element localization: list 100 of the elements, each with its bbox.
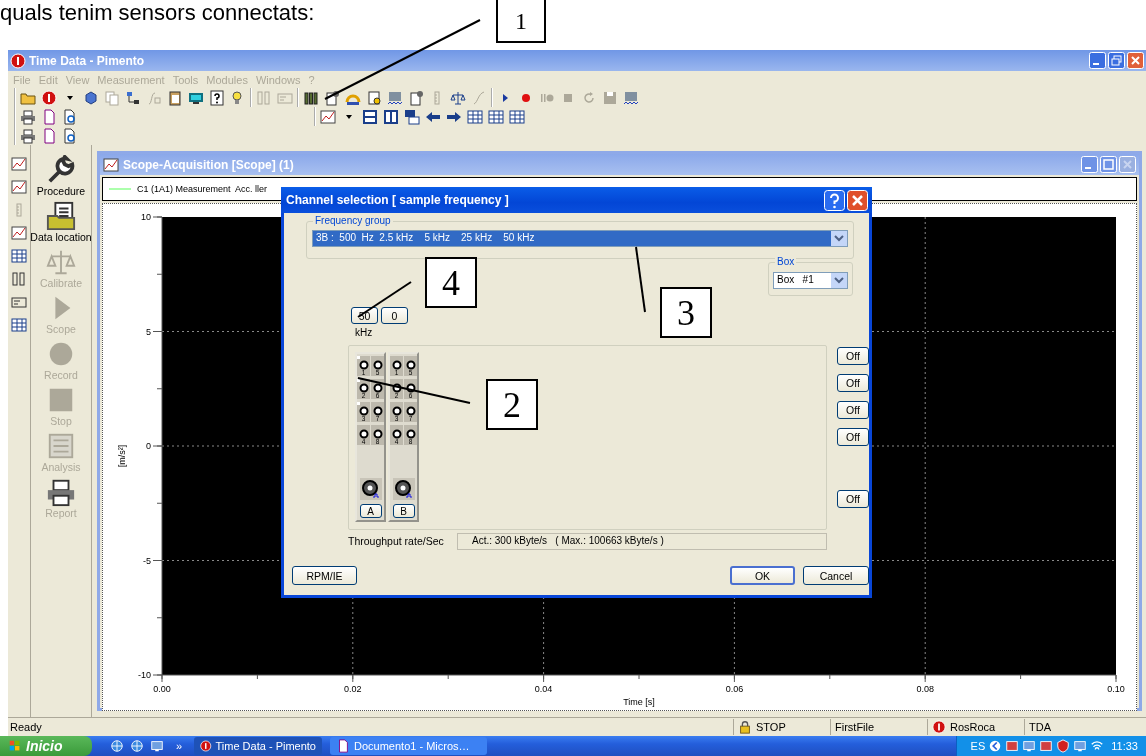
shield-icon[interactable] [1056,739,1071,753]
preview-icon[interactable] [62,127,78,144]
throughput-label: Throughput rate/Sec [348,535,445,547]
window-title: Time Data - Pimento [29,53,145,68]
callout-label: 3 [660,287,712,338]
module-button[interactable]: A [359,504,382,518]
leader-line [357,281,412,318]
cube-icon[interactable] [83,89,99,106]
restore-button[interactable] [1108,52,1125,69]
status-text: TDA [1029,721,1051,733]
preview-icon[interactable] [62,108,78,125]
throughput-readout: Act.: 300 kByte/s ( Max.: 100663 kByte/s ) [457,532,827,550]
tick-label: -5 [143,555,151,566]
page-icon[interactable] [41,127,57,144]
lock-icon [738,720,752,734]
tick-label: 10 [141,212,151,222]
chart-icon[interactable] [320,108,336,125]
printer-icon[interactable] [20,108,36,125]
dialog-button[interactable]: Cancel [803,566,869,585]
rate-button[interactable]: 50 [351,307,378,324]
callout-label: 2 [486,379,538,430]
tick-label: 0.02 [344,684,362,694]
tick-label: 0 [146,441,151,451]
bars-icon[interactable] [303,89,319,106]
flag-icon [8,739,22,753]
globe-icon[interactable] [110,739,124,753]
logo-icon [200,739,212,753]
off-button[interactable]: Off [837,347,869,365]
logo-icon[interactable] [41,89,57,106]
group-label: Box [775,256,797,267]
minimize-button[interactable] [1081,156,1098,173]
document-icon[interactable] [324,89,340,106]
chart-icon [103,156,119,173]
table-icon[interactable] [509,108,525,125]
dialog-title: Channel selection [ sample frequency ] [286,193,509,207]
axis-title: [m/s²] [117,444,127,468]
tree-icon[interactable] [125,89,141,106]
document-text: quals tenim sensors connectats: [0,0,315,26]
split-icon[interactable] [362,108,378,125]
off-button[interactable]: Off [837,401,869,419]
folder-icon [46,201,76,231]
module-button[interactable]: B [392,504,415,518]
clipboard-icon[interactable] [167,89,183,106]
chart-icon[interactable] [11,179,27,195]
tick-label: 0.00 [153,684,171,694]
connector-icon [359,478,382,500]
document-icon[interactable] [366,89,382,106]
printer-icon[interactable] [20,127,36,144]
axis-title: Time [s] [623,697,655,707]
off-button[interactable]: Off [837,428,869,446]
sidebar-item[interactable]: Procedure [36,155,86,201]
columns-icon[interactable] [11,271,27,287]
tick-label: 0.08 [916,684,934,694]
rate-button[interactable]: 0 [381,307,408,324]
wrench-icon [46,155,76,185]
status-text: Ready [9,721,43,733]
tick-label: 5 [146,326,151,337]
close-button[interactable] [847,189,868,211]
sidebar-item[interactable]: Data location [30,201,92,247]
callout-label: 4 [425,257,477,308]
dropdown-value: Box #1 [776,273,815,287]
dropdown[interactable]: Box #1 [773,272,848,289]
split-icon[interactable] [383,108,399,125]
table-icon[interactable] [11,248,27,264]
wave-icon[interactable] [387,89,403,106]
help-icon[interactable] [209,89,225,106]
table-icon[interactable] [11,317,27,333]
windows-icon[interactable] [404,108,420,125]
chevron-icon[interactable] [988,739,1003,753]
status-text: RosRoca [950,721,996,733]
wifi-icon[interactable] [1090,739,1105,753]
off-button[interactable]: Off [837,374,869,392]
scale-icon[interactable] [450,89,466,106]
logo-icon [932,720,946,734]
page-icon[interactable] [41,108,57,125]
dialog-button[interactable]: OK [730,566,795,585]
tick-label: 0.10 [1107,684,1125,694]
card-icon[interactable] [11,294,27,310]
off-button[interactable]: Off [837,490,869,508]
close-button[interactable] [1127,52,1144,69]
help-button[interactable] [824,189,845,211]
more-button[interactable]: » [172,740,186,752]
table-icon[interactable] [467,108,483,125]
unit-label: kHz [355,327,374,338]
logo-icon [10,52,26,69]
chart-icon[interactable] [11,156,27,172]
window-title: Scope-Acquisition [Scope] (1) [123,157,294,172]
wave-icon[interactable] [623,89,639,106]
minimize-button[interactable] [1089,52,1106,69]
chart-icon[interactable] [11,225,27,241]
tick-label: 0.06 [725,684,744,694]
window-icon[interactable] [150,739,164,753]
dialog-button[interactable]: RPM/IE [292,566,357,585]
maximize-button[interactable] [1100,156,1117,173]
table-icon[interactable] [488,108,504,125]
taskbar-button[interactable]: Time Data - Pimento [194,737,322,755]
globe-icon[interactable] [130,739,144,753]
taskbar-button[interactable]: Documento1 - Micros… [330,737,487,755]
tick-label: 0.04 [534,684,553,694]
chip-icon [46,431,76,461]
